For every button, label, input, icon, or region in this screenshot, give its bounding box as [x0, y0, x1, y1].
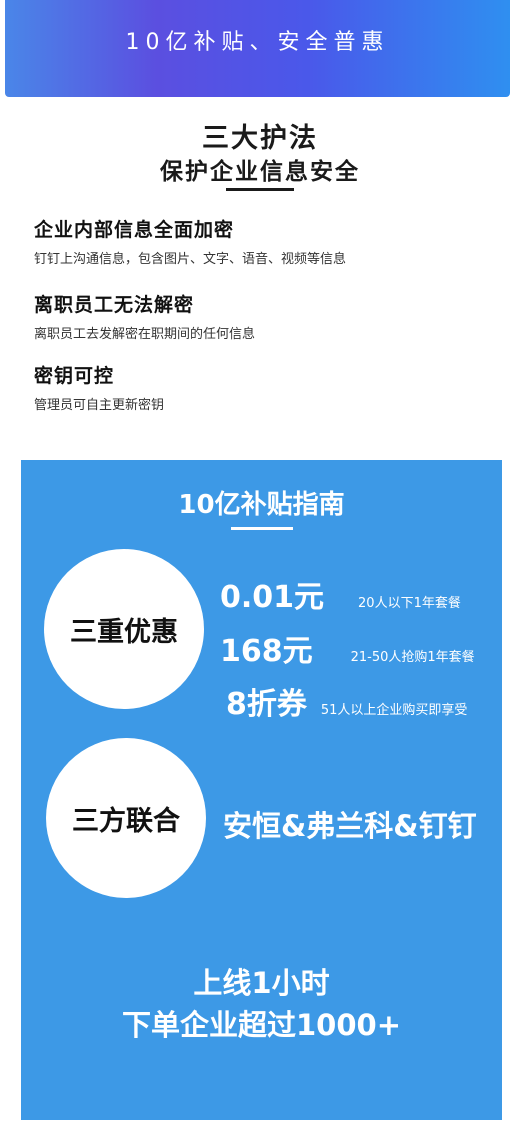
feature-desc: 钉钉上沟通信息，包含图片、文字、语音、视频等信息 [34, 252, 347, 267]
feature-title: 离职员工无法解密 [34, 294, 195, 316]
partners-text: 安恒&弗兰科&钉钉 [223, 809, 477, 843]
section-subtitle: 保护企业信息安全 [160, 159, 360, 185]
discount-circle-label: 三重优惠 [70, 616, 178, 648]
feature-item: 离职员工无法解密 离职员工去发解密在职期间的任何信息 [34, 290, 255, 342]
subsidy-guide-panel: 10亿补贴指南 三重优惠 0.01元 20人以下1年套餐 168元 21-50人… [21, 460, 502, 1120]
offer-price: 8折券 [226, 687, 307, 722]
result-line-1: 上线1小时 [193, 966, 330, 1000]
partnership-circle: 三方联合 [46, 738, 206, 898]
section-title: 三大护法 [202, 123, 318, 154]
offer-item: 0.01元 20人以下1年套餐 [220, 572, 461, 616]
offer-price: 0.01元 [220, 580, 325, 615]
feature-title: 企业内部信息全面加密 [34, 219, 235, 241]
discount-circle: 三重优惠 [44, 549, 204, 709]
top-banner: 10亿补贴、安全普惠 [5, 0, 510, 97]
offer-desc: 21-50人抢购1年套餐 [350, 650, 475, 665]
offer-desc: 20人以下1年套餐 [358, 596, 461, 611]
guide-divider [231, 527, 293, 530]
feature-item: 密钥可控 管理员可自主更新密钥 [34, 361, 164, 413]
feature-desc: 离职员工去发解密在职期间的任何信息 [34, 327, 256, 342]
offer-item: 168元 21-50人抢购1年套餐 [220, 626, 475, 670]
result-line-2: 下单企业超过1000+ [121, 1008, 401, 1042]
title-divider [226, 188, 294, 191]
offer-desc: 51人以上企业购买即享受 [320, 703, 468, 718]
feature-title: 密钥可控 [34, 365, 115, 387]
feature-item: 企业内部信息全面加密 钉钉上沟通信息，包含图片、文字、语音、视频等信息 [34, 215, 346, 267]
partnership-circle-label: 三方联合 [72, 805, 180, 837]
offer-item: 8折券 51人以上企业购买即享受 [226, 679, 467, 723]
guide-title: 10亿补贴指南 [178, 490, 345, 520]
banner-text: 10亿补贴、安全普惠 [125, 30, 390, 55]
offer-price: 168元 [220, 634, 313, 669]
feature-desc: 管理员可自主更新密钥 [34, 398, 165, 413]
